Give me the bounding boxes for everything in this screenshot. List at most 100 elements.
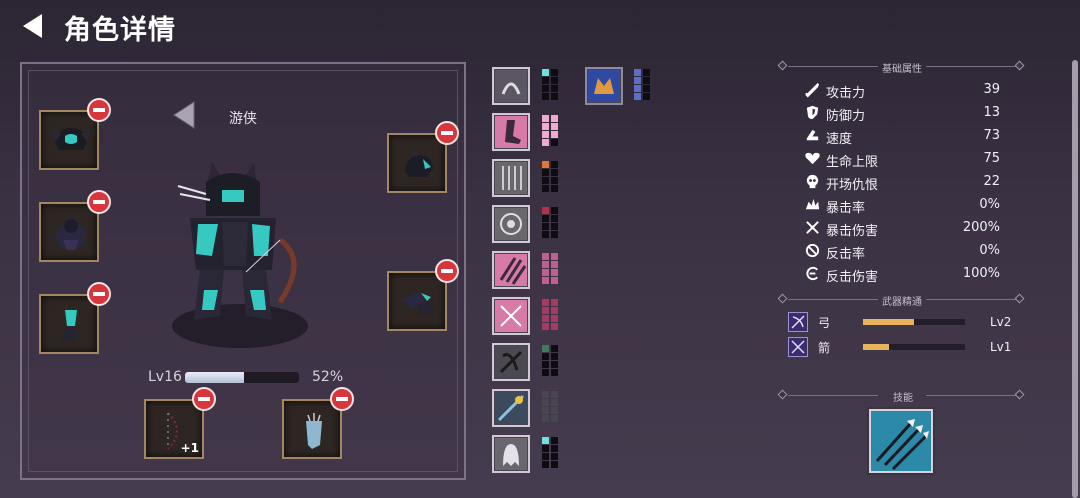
armor-icon [56,219,86,250]
remove-helmet-button[interactable] [87,98,111,122]
mastery-name: 箭 [818,341,831,355]
heart-icon [805,152,820,165]
divider-line [788,66,878,67]
stat-name: 暴击率 [826,201,866,216]
equip-slot-quiver[interactable] [282,387,354,459]
crit-damage-icon [806,221,819,234]
passive-pips-8 [542,345,558,377]
mastery-bar [863,344,965,350]
divider-diamond [777,389,788,400]
remove-cape-button[interactable] [435,121,459,145]
passive-slot-2[interactable] [585,67,623,105]
mastery-bar [863,319,965,325]
remove-boots-button[interactable] [87,282,111,306]
passive-pips-5 [542,207,558,239]
remove-quiver-button[interactable] [330,387,354,411]
passive-pips-6 [542,253,558,285]
stat-name: 速度 [826,132,853,147]
stat-row: 暴击伤害 200% [804,218,1004,239]
skull-icon [806,174,819,189]
equip-slot-boots[interactable] [39,282,111,354]
cross-slash-icon [495,300,527,332]
stat-row: 反击伤害 100% [804,264,1004,285]
scrollbar[interactable] [1072,60,1078,498]
stat-value: 200% [962,220,1000,235]
mastery-level: Lv1 [990,340,1012,354]
equip-slot-bow[interactable]: +1 [144,387,216,459]
equip-slot-cape[interactable] [387,121,459,193]
passive-slot-10[interactable] [492,435,530,473]
passive-slot-7[interactable] [492,297,530,335]
quiver-icon [306,413,322,449]
xp-bar-fill [185,372,245,383]
equip-slot-armor[interactable] [39,190,111,262]
xp-bar [185,372,299,383]
back-arrow-icon[interactable] [20,12,46,40]
stat-value: 0% [979,197,1000,212]
shield-icon [806,105,819,120]
header: 角色详情 [0,0,1080,52]
counter-icon [805,243,820,258]
passive-slot-6[interactable] [492,251,530,289]
passive-pips-2 [634,69,650,101]
mastery-name: 弓 [818,316,831,330]
stat-value: 13 [983,105,1000,120]
divider-line [926,66,1016,67]
mastery-section-title: 武器精通 [882,297,922,308]
stat-value: 39 [983,82,1000,97]
passive-slot-5[interactable] [492,205,530,243]
class-name: 游侠 [229,111,257,127]
storm-arrow-icon [495,392,527,424]
shoulder-icon [405,147,433,177]
passive-pips-10 [542,437,558,469]
passive-slot-4[interactable] [492,159,530,197]
xp-percent: 52% [312,369,344,385]
passive-pips-3 [542,115,558,147]
passive-pips-4 [542,161,558,193]
stats-section-title: 基础属性 [882,64,922,75]
divider-diamond [777,60,788,71]
stat-value: 0% [979,243,1000,258]
stat-row: 防御力 13 [804,103,1004,124]
hero-character-sprite [172,162,308,348]
ghost-shroud-icon [495,438,527,470]
mastery-level: Lv2 [990,315,1012,329]
boots-icon [61,310,77,342]
divider-line [788,395,878,396]
stat-row: 生命上限 75 [804,149,1004,170]
equip-slot-gloves[interactable] [387,259,459,331]
skills-section-title: 技能 [893,393,913,404]
stat-name: 反击率 [826,247,866,262]
equip-slot-helmet[interactable] [39,98,111,170]
stat-name: 暴击伤害 [826,224,879,239]
stat-row: 开场仇恨 22 [804,172,1004,193]
passive-slot-3[interactable] [492,113,530,151]
remove-bow-button[interactable] [192,387,216,411]
triple-slash-icon [495,254,527,286]
remove-gloves-button[interactable] [435,259,459,283]
sword-rain-icon [495,162,527,194]
stat-name: 生命上限 [826,155,879,170]
divider-line [926,299,1016,300]
remove-armor-button[interactable] [87,190,111,214]
class-prev-arrow-icon[interactable] [172,100,196,130]
stat-value: 100% [962,266,1000,281]
passive-slot-9[interactable] [492,389,530,427]
crossbow-icon [495,346,527,378]
mastery-bar-fill [863,319,914,325]
passive-slot-8[interactable] [492,343,530,381]
active-skill-slot[interactable] [869,409,933,473]
counter-damage-icon [806,266,818,281]
divider-diamond [1014,293,1025,304]
passive-slot-1[interactable] [492,67,530,105]
bow-mastery-icon [788,312,808,332]
page-title: 角色详情 [64,15,176,46]
gloves-icon [403,291,435,315]
hero-level: Lv16 [148,369,182,385]
stat-name: 防御力 [826,109,866,124]
target-ring-icon [495,208,527,240]
divider-line [926,395,1016,396]
mastery-row-bow[interactable]: 弓 Lv2 [788,312,1018,334]
stat-name: 攻击力 [826,86,866,101]
mastery-row-arrow[interactable]: 箭 Lv1 [788,337,1018,359]
